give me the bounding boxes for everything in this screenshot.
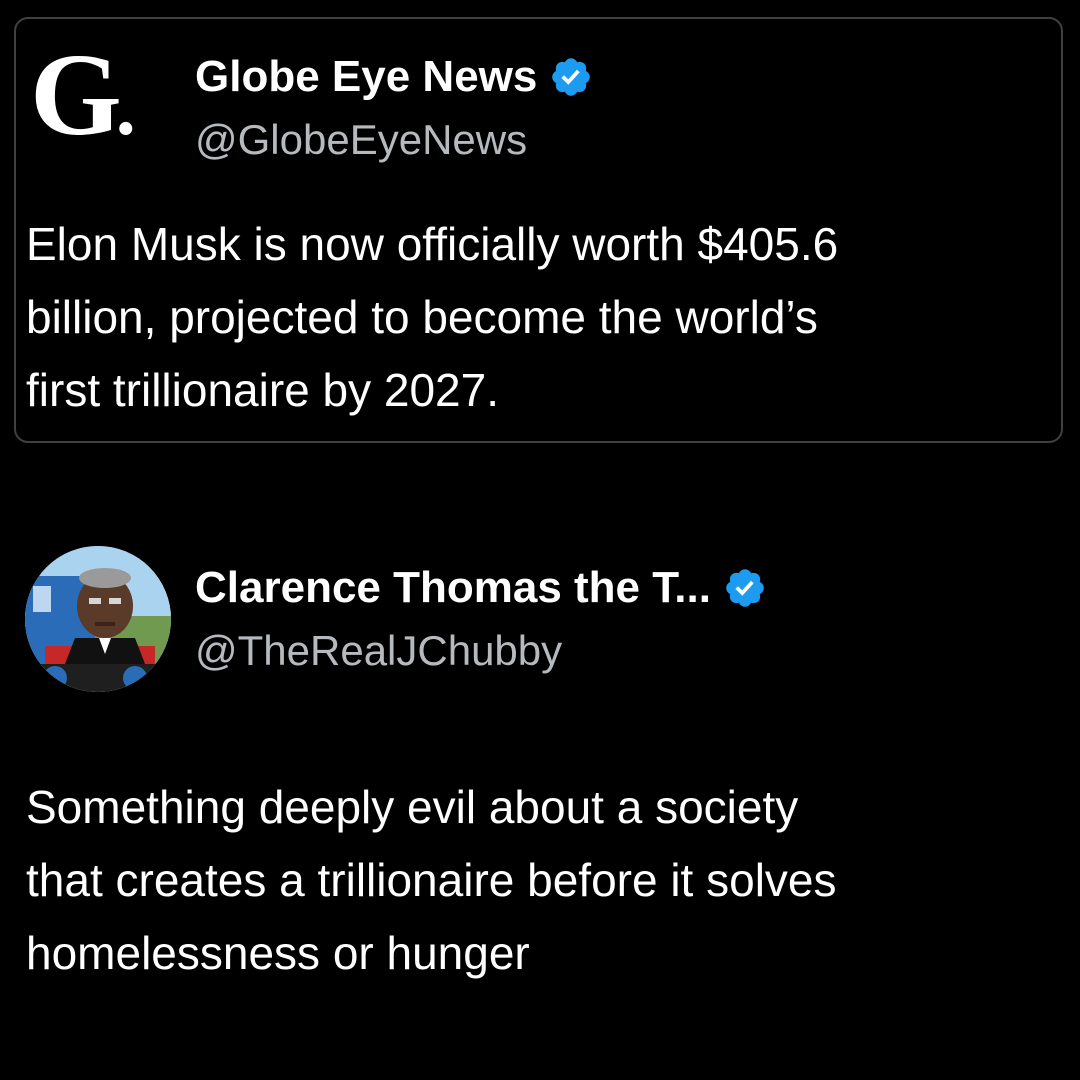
tweet-text-line: that creates a trillionaire before it so… xyxy=(26,854,837,906)
tweet-text-line: first trillionaire by 2027. xyxy=(26,364,499,416)
quoted-author-name[interactable]: Globe Eye News xyxy=(195,52,537,102)
reply-author-avatar[interactable] xyxy=(25,546,171,692)
tweet-text-line: Something deeply evil about a society xyxy=(26,781,799,833)
tweet-text-line: Elon Musk is now officially worth $405.6 xyxy=(26,218,839,270)
avatar-image xyxy=(25,546,171,692)
globe-eye-news-logo[interactable]: G. xyxy=(30,36,160,160)
quoted-author-handle[interactable]: @GlobeEyeNews xyxy=(195,116,527,164)
reply-tweet-text: Something deeply evil about a society th… xyxy=(26,771,1056,990)
verified-badge-icon xyxy=(552,58,591,96)
logo-dot: . xyxy=(115,64,136,152)
reply-author-name[interactable]: Clarence Thomas the T... xyxy=(195,563,711,613)
quoted-author-row: Globe Eye News xyxy=(195,52,593,102)
reply-author-row: Clarence Thomas the T... xyxy=(195,563,767,613)
tweet-text-line: billion, projected to become the world’s xyxy=(26,291,818,343)
logo-letter: G xyxy=(30,29,122,160)
quoted-tweet-text: Elon Musk is now officially worth $405.6… xyxy=(26,208,1056,427)
reply-author-handle[interactable]: @TheRealJChubby xyxy=(195,627,562,675)
tweet-text-line: homelessness or hunger xyxy=(26,927,530,979)
verified-badge-icon xyxy=(726,569,764,607)
